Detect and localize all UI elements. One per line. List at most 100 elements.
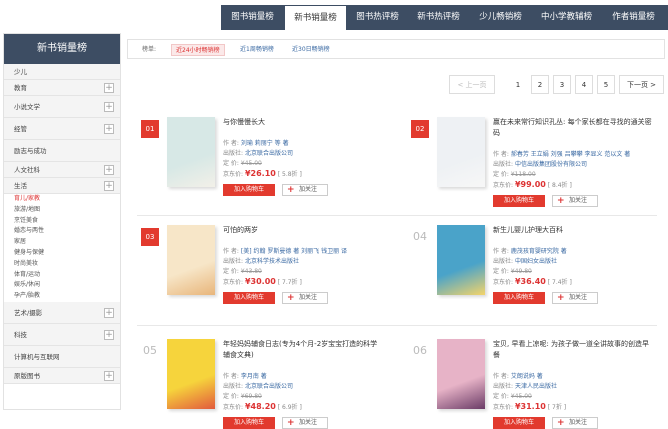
category-item[interactable]: 少儿 xyxy=(4,64,120,80)
follow-button[interactable]: + 加关注 xyxy=(282,184,328,196)
category-item[interactable]: 教育 + xyxy=(4,80,120,96)
subcategory-item[interactable]: 家居 xyxy=(4,237,120,248)
category-label: 教育 xyxy=(14,84,27,92)
meta-row: 作 者: 艾朗说妈 著 xyxy=(493,372,653,382)
subcategory-item[interactable]: 健身与保健 xyxy=(4,247,120,259)
price-row: 京东价: ¥30.00 [ 7.7折 ] xyxy=(223,277,383,288)
book-title[interactable]: 宝贝, 早看上凉呢: 为孩子做一道全讲故事的创造早餐 xyxy=(493,339,653,361)
book-author[interactable]: 李月南 著 xyxy=(241,373,267,380)
subcategory-item[interactable]: 婚恋与两性 xyxy=(4,226,120,238)
meta-row: 出版社: 中国妇女出版社 xyxy=(493,257,653,267)
category-item[interactable]: 生活 + xyxy=(4,178,120,194)
add-to-cart-button[interactable]: 加入购物车 xyxy=(223,292,275,304)
book-title[interactable]: 新生儿婴儿护理大百科 xyxy=(493,225,653,236)
category-item[interactable]: 人文社科 + xyxy=(4,162,120,178)
subcategory-item[interactable]: 时尚美妆 xyxy=(4,258,120,270)
tab-3[interactable]: 图书热评榜 xyxy=(347,5,408,30)
follow-button[interactable]: + 加关注 xyxy=(552,195,598,207)
book-publisher-label: 出版社: xyxy=(493,383,514,390)
product-card: 02 赢在未来常行知识孔丛: 每个家长都在寻找的通关密码作 者: 郝春芳 王立娟 … xyxy=(397,117,652,207)
meta-row: 定 价: ¥69.80 xyxy=(223,392,383,402)
category-item[interactable]: 励志与成功 xyxy=(4,140,120,162)
expand-icon[interactable]: + xyxy=(104,83,114,93)
add-to-cart-button[interactable]: 加入购物车 xyxy=(223,417,275,429)
add-to-cart-button[interactable]: 加入购物车 xyxy=(493,292,545,304)
tab-1[interactable]: 图书销量榜 xyxy=(221,5,284,30)
book-cover[interactable] xyxy=(167,225,215,295)
follow-button[interactable]: + 加关注 xyxy=(552,417,598,429)
book-author[interactable]: 刘瑜 莉丽宁 等 著 xyxy=(241,140,289,147)
meta-row: 定 价: ¥45.00 xyxy=(493,392,653,402)
book-author-label: 作 者: xyxy=(223,140,239,147)
tab-4[interactable]: 新书热评榜 xyxy=(408,5,469,30)
book-author[interactable]: 鹿茂孩育婴研究院 著 xyxy=(511,248,567,255)
category-item[interactable]: 计算机与互联网 xyxy=(4,345,120,368)
book-cover[interactable] xyxy=(437,339,485,409)
ranking-filter: 榜单: 近24小时畅销榜 近1周畅销榜 近30日畅销榜 xyxy=(127,39,665,59)
rank-badge: 06 xyxy=(413,344,427,357)
meta-row: 定 价: ¥49.80 xyxy=(493,267,653,277)
add-to-cart-button[interactable]: 加入购物车 xyxy=(493,417,545,429)
tab-6[interactable]: 中小学教辅榜 xyxy=(532,5,601,30)
follow-button[interactable]: + 加关注 xyxy=(552,292,598,304)
book-publisher[interactable]: 北京联合出版公司 xyxy=(245,150,293,157)
book-title[interactable]: 年轻妈妈辅食日志(专为4个月-2岁宝宝打造的科学辅食文典) xyxy=(223,339,383,361)
category-item[interactable]: 原版图书 + xyxy=(4,367,120,384)
expand-icon[interactable]: + xyxy=(104,307,114,318)
subcategory-item[interactable]: 孕产/胎教 xyxy=(4,291,120,302)
expand-icon[interactable]: + xyxy=(104,165,114,175)
filter-option[interactable]: 近24小时畅销榜 xyxy=(171,44,225,56)
add-to-cart-button[interactable]: 加入购物车 xyxy=(223,184,275,196)
page-1-button[interactable]: 1 xyxy=(509,75,527,94)
subcategory-item[interactable]: 体育/运动 xyxy=(4,269,120,281)
book-publisher[interactable]: 北京科学技术出版社 xyxy=(245,258,299,265)
book-title[interactable]: 可怕的两岁 xyxy=(223,225,383,236)
page-2-button[interactable]: 2 xyxy=(531,75,549,94)
tab-2[interactable]: 新书销量榜 xyxy=(284,5,347,30)
book-publisher[interactable]: 北京联合出版公司 xyxy=(245,383,293,390)
book-publisher[interactable]: 天津人民出版社 xyxy=(515,383,557,390)
expand-icon[interactable]: + xyxy=(104,370,114,381)
book-publisher[interactable]: 中信出版集团股份有限公司 xyxy=(515,161,587,168)
subcategory-item[interactable]: 旅游/地图 xyxy=(4,204,120,216)
tab-7[interactable]: 作者销量榜 xyxy=(601,5,666,30)
add-to-cart-button[interactable]: 加入购物车 xyxy=(493,195,545,207)
subcategory-item[interactable]: 娱乐/休闲 xyxy=(4,280,120,292)
category-item[interactable]: 小说文学 + xyxy=(4,96,120,118)
book-cover[interactable] xyxy=(167,117,215,187)
book-author[interactable]: [美] 约翰 罗斯曼德 著 刘丽飞 钱卫丽 译 xyxy=(241,248,347,255)
meta-row: 定 价: ¥43.80 xyxy=(223,267,383,277)
expand-icon[interactable]: + xyxy=(104,102,114,112)
expand-icon[interactable]: + xyxy=(104,181,114,191)
category-item[interactable]: 经管 + xyxy=(4,118,120,140)
filter-option[interactable]: 近1周畅销榜 xyxy=(236,44,278,56)
follow-label: 加关注 xyxy=(299,419,318,426)
list-price: ¥45.00 xyxy=(240,160,262,167)
book-publisher[interactable]: 中国妇女出版社 xyxy=(515,258,557,265)
expand-icon[interactable]: + xyxy=(104,329,114,340)
category-item[interactable]: 科技 + xyxy=(4,323,120,346)
follow-button[interactable]: + 加关注 xyxy=(282,292,328,304)
book-author[interactable]: 艾朗说妈 著 xyxy=(511,373,543,380)
filter-option[interactable]: 近30日畅销榜 xyxy=(288,44,334,56)
expand-icon[interactable]: + xyxy=(104,124,114,134)
plus-icon: + xyxy=(287,293,295,303)
book-author-label: 作 者: xyxy=(493,248,509,255)
prev-page-button[interactable]: < 上一页 xyxy=(449,75,495,94)
subcategory-item[interactable]: 烹饪美食 xyxy=(4,215,120,227)
page-4-button[interactable]: 4 xyxy=(575,75,593,94)
page-5-button[interactable]: 5 xyxy=(597,75,615,94)
page-3-button[interactable]: 3 xyxy=(553,75,571,94)
book-title[interactable]: 赢在未来常行知识孔丛: 每个家长都在寻找的通关密码 xyxy=(493,117,653,139)
book-cover[interactable] xyxy=(167,339,215,409)
follow-button[interactable]: + 加关注 xyxy=(282,417,328,429)
book-author[interactable]: 郝春芳 王立娟 刘强 吕攀攀 李显义 范以文 著 xyxy=(511,151,630,158)
book-title[interactable]: 与你慢慢长大 xyxy=(223,117,383,128)
book-cover[interactable] xyxy=(437,225,485,295)
next-page-button[interactable]: 下一页 > xyxy=(619,75,664,94)
category-item[interactable]: 艺术/摄影 + xyxy=(4,301,120,324)
follow-label: 加关注 xyxy=(569,294,588,301)
subcategory-item[interactable]: 育儿/家教 xyxy=(4,194,120,205)
book-cover[interactable] xyxy=(437,117,485,187)
tab-5[interactable]: 少儿畅销榜 xyxy=(469,5,532,30)
